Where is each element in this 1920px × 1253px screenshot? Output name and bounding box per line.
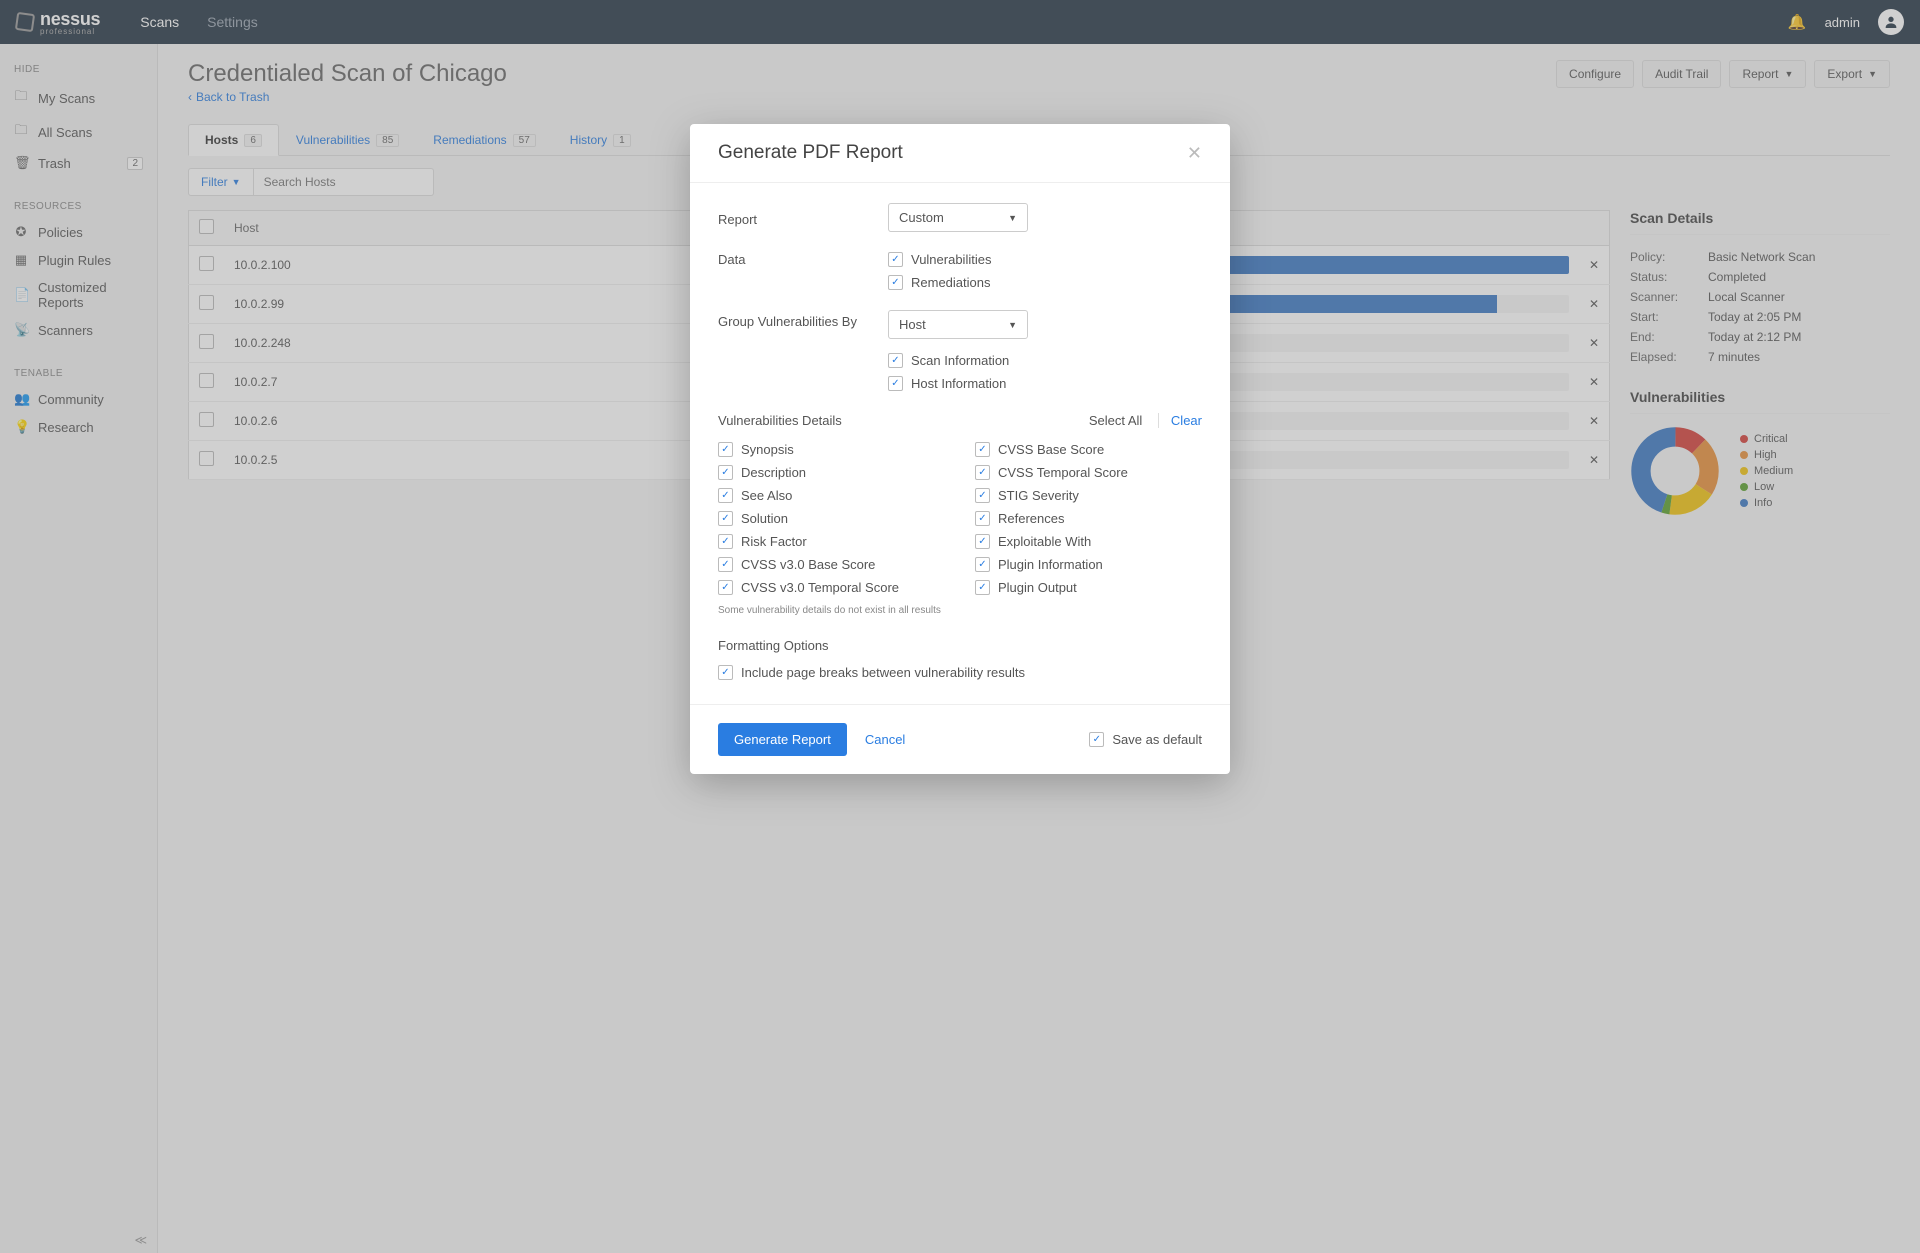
vuln-detail-label: Risk Factor: [741, 534, 807, 549]
checkbox-save-default[interactable]: ✓: [1089, 732, 1104, 747]
checkbox-vuln-detail[interactable]: ✓: [718, 557, 733, 572]
checkbox-vuln-detail[interactable]: ✓: [975, 557, 990, 572]
vuln-details-title: Vulnerabilities Details: [718, 413, 842, 428]
checkbox-vuln-detail[interactable]: ✓: [975, 488, 990, 503]
clear-link[interactable]: Clear: [1158, 413, 1202, 428]
checkbox-scan-info[interactable]: ✓: [888, 353, 903, 368]
vuln-detail-label: Description: [741, 465, 806, 480]
group-by-select[interactable]: Host▼: [888, 310, 1028, 339]
cancel-button[interactable]: Cancel: [865, 732, 905, 747]
vuln-detail-label: CVSS v3.0 Temporal Score: [741, 580, 899, 595]
checkbox-data-remed[interactable]: ✓: [888, 275, 903, 290]
checkbox-vuln-detail[interactable]: ✓: [718, 465, 733, 480]
report-label: Report: [718, 208, 888, 227]
vuln-detail-label: See Also: [741, 488, 792, 503]
checkbox-host-info[interactable]: ✓: [888, 376, 903, 391]
modal-overlay: Generate PDF Report ✕ Report Custom▼ Dat…: [0, 0, 1920, 1253]
checkbox-vuln-detail[interactable]: ✓: [975, 580, 990, 595]
vuln-detail-label: Exploitable With: [998, 534, 1091, 549]
checkbox-vuln-detail[interactable]: ✓: [975, 511, 990, 526]
vuln-detail-label: STIG Severity: [998, 488, 1079, 503]
vuln-detail-label: CVSS Temporal Score: [998, 465, 1128, 480]
select-all-link[interactable]: Select All: [1089, 413, 1142, 428]
checkbox-vuln-detail[interactable]: ✓: [718, 511, 733, 526]
vuln-detail-label: Plugin Output: [998, 580, 1077, 595]
checkbox-data-vuln[interactable]: ✓: [888, 252, 903, 267]
chevron-down-icon: ▼: [1008, 213, 1017, 223]
checkbox-vuln-detail[interactable]: ✓: [718, 488, 733, 503]
modal-title: Generate PDF Report: [718, 142, 903, 164]
vuln-detail-label: Synopsis: [741, 442, 794, 457]
checkbox-vuln-detail[interactable]: ✓: [975, 534, 990, 549]
vuln-detail-label: CVSS v3.0 Base Score: [741, 557, 875, 572]
vuln-detail-label: Solution: [741, 511, 788, 526]
save-default-label: Save as default: [1112, 732, 1202, 747]
data-label: Data: [718, 248, 888, 267]
checkbox-vuln-detail[interactable]: ✓: [975, 465, 990, 480]
checkbox-page-breaks[interactable]: ✓: [718, 665, 733, 680]
vuln-detail-label: CVSS Base Score: [998, 442, 1104, 457]
generate-report-button[interactable]: Generate Report: [718, 723, 847, 756]
report-type-select[interactable]: Custom▼: [888, 203, 1028, 232]
group-by-label: Group Vulnerabilities By: [718, 310, 888, 329]
generate-report-modal: Generate PDF Report ✕ Report Custom▼ Dat…: [690, 124, 1230, 774]
close-icon[interactable]: ✕: [1187, 143, 1202, 164]
checkbox-vuln-detail[interactable]: ✓: [718, 580, 733, 595]
checkbox-vuln-detail[interactable]: ✓: [975, 442, 990, 457]
vuln-detail-label: References: [998, 511, 1064, 526]
vuln-details-note: Some vulnerability details do not exist …: [718, 605, 1202, 616]
checkbox-vuln-detail[interactable]: ✓: [718, 442, 733, 457]
checkbox-vuln-detail[interactable]: ✓: [718, 534, 733, 549]
formatting-options-title: Formatting Options: [718, 638, 1202, 653]
vuln-detail-label: Plugin Information: [998, 557, 1103, 572]
chevron-down-icon: ▼: [1008, 320, 1017, 330]
